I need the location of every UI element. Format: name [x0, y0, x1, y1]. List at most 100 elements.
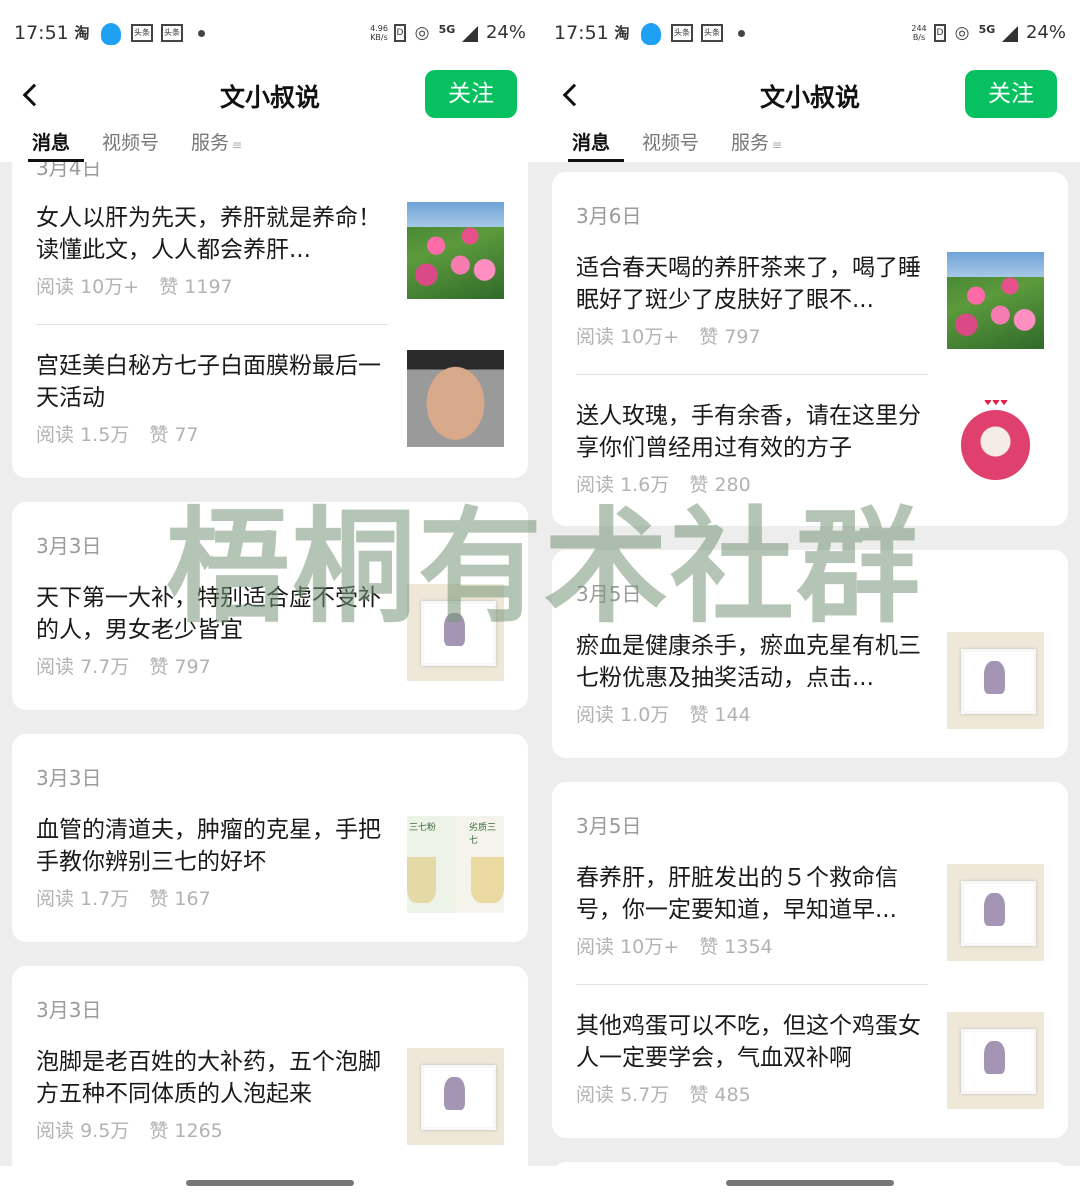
article-meta: 阅读 1.0万 赞 144 — [576, 700, 751, 727]
like-count: 167 — [174, 888, 211, 910]
card-date: 3月5日 — [576, 814, 642, 838]
article-item[interactable]: 女人以肝为先天，养肝就是养命！读懂此文，人人都会养肝... 阅读 10万+ 赞 … — [36, 202, 516, 325]
notification-dot-icon — [198, 30, 205, 37]
article-title: 瘀血是健康杀手，瘀血克星有机三七粉优惠及抽奖活动，点击... — [576, 633, 921, 691]
like-label: 赞 — [689, 704, 709, 726]
read-count: 9.5万 — [80, 1120, 130, 1142]
left-screen: 3月4日 女人以肝为先天，养肝就是养命！读懂此文，人人都会养肝... 阅读 10… — [0, 0, 540, 1200]
article-thumbnail — [407, 350, 504, 447]
article-meta: 阅读 7.7万 赞 797 — [36, 652, 211, 679]
active-tab-indicator — [568, 159, 624, 162]
tab-channels[interactable]: 视频号 — [102, 128, 159, 155]
back-button[interactable] — [20, 80, 50, 110]
article-title: 泡脚是老百姓的大补药，五个泡脚方五种不同体质的人泡起来 — [36, 1049, 381, 1107]
nav-bar: 文小叔说 关注 — [0, 66, 540, 126]
like-count: 280 — [714, 474, 751, 496]
like-count: 144 — [714, 704, 751, 726]
right-screen: 3月6日 适合春天喝的养肝茶来了，喝了睡眠好了斑少了皮肤好了眼不... 阅读 1… — [540, 0, 1080, 1200]
article-item[interactable]: 泡脚是老百姓的大补药，五个泡脚方五种不同体质的人泡起来 阅读 9.5万 赞 12… — [36, 1046, 516, 1156]
notification-dot-icon — [738, 30, 745, 37]
tab-messages[interactable]: 消息 — [572, 128, 610, 155]
card-date: 3月3日 — [36, 766, 102, 790]
hotspot-icon: ◎ — [954, 23, 970, 43]
article-item[interactable]: 其他鸡蛋可以不吃，但这个鸡蛋女人一定要学会，气血双补啊 阅读 5.7万 赞 48… — [576, 1010, 1056, 1120]
hd-icon: D — [394, 24, 406, 42]
tab-services[interactable]: 服务 ≡ — [191, 128, 242, 155]
article-title: 送人玫瑰，手有余香，请在这里分享你们曾经用过有效的方子 — [576, 403, 921, 461]
home-indicator[interactable] — [726, 1180, 894, 1186]
card-date: 3月3日 — [36, 534, 102, 558]
message-card: 3月4日 女人以肝为先天，养肝就是养命！读懂此文，人人都会养肝... 阅读 10… — [12, 162, 528, 478]
tab-messages[interactable]: 消息 — [32, 128, 70, 155]
tab-services[interactable]: 服务 ≡ — [731, 128, 782, 155]
top-bar: 17:51 淘 头条 头条 4.96 KB/s D ◎ 5G 24% 文小叔说 … — [0, 0, 540, 162]
read-label: 阅读 — [576, 1084, 615, 1106]
network-type: 5G — [978, 23, 996, 36]
like-label: 赞 — [149, 656, 169, 678]
like-count: 1354 — [724, 936, 773, 958]
divider — [576, 374, 928, 375]
article-item[interactable]: 血管的清道夫，肿瘤的克星，手把手教你辨别三七的好坏 阅读 1.7万 赞 167 … — [36, 814, 516, 924]
article-item[interactable]: 瘀血是健康杀手，瘀血克星有机三七粉优惠及抽奖活动，点击... 阅读 1.0万 赞… — [576, 630, 1056, 740]
tab-channels[interactable]: 视频号 — [642, 128, 699, 155]
taobao-icon: 淘 — [74, 24, 90, 42]
card-date: 3月5日 — [576, 582, 642, 606]
like-count: 485 — [714, 1084, 751, 1106]
like-label: 赞 — [699, 326, 719, 348]
article-thumbnail — [947, 400, 1044, 497]
thumb-caption: 劣质三七 — [469, 823, 497, 846]
read-label: 阅读 — [36, 1120, 75, 1142]
follow-button[interactable]: 关注 — [425, 70, 517, 118]
read-count: 10万+ — [620, 326, 680, 348]
message-card: 3月3日 血管的清道夫，肿瘤的克星，手把手教你辨别三七的好坏 阅读 1.7万 赞… — [12, 734, 528, 942]
article-item[interactable]: 送人玫瑰，手有余香，请在这里分享你们曾经用过有效的方子 阅读 1.6万 赞 28… — [576, 400, 1056, 510]
signal-icon — [462, 26, 478, 42]
like-label: 赞 — [149, 888, 169, 910]
taobao-icon: 淘 — [614, 24, 630, 42]
status-time: 17:51 — [14, 22, 69, 44]
read-label: 阅读 — [36, 276, 75, 298]
message-feed: 3月6日 适合春天喝的养肝茶来了，喝了睡眠好了斑少了皮肤好了眼不... 阅读 1… — [540, 162, 1080, 1166]
message-card: 3月5日 瘀血是健康杀手，瘀血克星有机三七粉优惠及抽奖活动，点击... 阅读 1… — [552, 550, 1068, 758]
article-meta: 阅读 10万+ 赞 797 — [576, 322, 761, 349]
article-title: 春养肝，肝脏发出的５个救命信号，你一定要知道，早知道早... — [576, 865, 898, 923]
article-meta: 阅读 10万+ 赞 1197 — [36, 272, 233, 299]
chevron-left-icon — [22, 83, 46, 107]
like-label: 赞 — [689, 1084, 709, 1106]
hd-icon: D — [934, 24, 946, 42]
tab-services-label: 服务 — [731, 132, 770, 154]
back-button[interactable] — [560, 80, 590, 110]
article-thumbnail: 三七粉 劣质三七 — [407, 816, 504, 913]
article-title: 适合春天喝的养肝茶来了，喝了睡眠好了斑少了皮肤好了眼不... — [576, 255, 921, 313]
read-label: 阅读 — [36, 888, 75, 910]
home-indicator[interactable] — [186, 1180, 354, 1186]
article-title: 其他鸡蛋可以不吃，但这个鸡蛋女人一定要学会，气血双补啊 — [576, 1013, 921, 1071]
read-label: 阅读 — [576, 474, 615, 496]
read-label: 阅读 — [36, 424, 75, 446]
article-item[interactable]: 宫廷美白秘方七子白面膜粉最后一天活动 阅读 1.5万 赞 77 — [36, 350, 516, 460]
read-label: 阅读 — [576, 704, 615, 726]
qq-icon — [641, 23, 661, 45]
article-item[interactable]: 春养肝，肝脏发出的５个救命信号，你一定要知道，早知道早... 阅读 10万+ 赞… — [576, 862, 1056, 985]
active-tab-indicator — [28, 159, 84, 162]
network-speed: 244 B/s — [911, 24, 927, 42]
read-label: 阅读 — [576, 936, 615, 958]
article-item[interactable]: 适合春天喝的养肝茶来了，喝了睡眠好了斑少了皮肤好了眼不... 阅读 10万+ 赞… — [576, 252, 1056, 375]
status-time: 17:51 — [554, 22, 609, 44]
message-card: 3月6日 适合春天喝的养肝茶来了，喝了睡眠好了斑少了皮肤好了眼不... 阅读 1… — [552, 172, 1068, 526]
like-count: 1265 — [174, 1120, 223, 1142]
read-label: 阅读 — [576, 326, 615, 348]
article-item[interactable]: 天下第一大补，特别适合虚不受补的人，男女老少皆宜 阅读 7.7万 赞 797 — [36, 582, 516, 692]
chevron-left-icon — [562, 83, 586, 107]
article-title: 宫廷美白秘方七子白面膜粉最后一天活动 — [36, 353, 381, 411]
article-meta: 阅读 1.5万 赞 77 — [36, 420, 199, 447]
toutiao-icon: 头条 — [701, 24, 723, 42]
nav-bar: 文小叔说 关注 — [540, 66, 1080, 126]
tab-bar: 消息 视频号 服务 ≡ — [0, 124, 540, 162]
battery-level: 24% — [485, 22, 526, 43]
divider — [36, 324, 388, 325]
message-card: 3月3日 泡脚是老百姓的大补药，五个泡脚方五种不同体质的人泡起来 阅读 9.5万… — [12, 966, 528, 1166]
card-date: 3月3日 — [36, 998, 102, 1022]
status-bar: 17:51 淘 头条 头条 4.96 KB/s D ◎ 5G 24% — [0, 0, 540, 66]
follow-button[interactable]: 关注 — [965, 70, 1057, 118]
